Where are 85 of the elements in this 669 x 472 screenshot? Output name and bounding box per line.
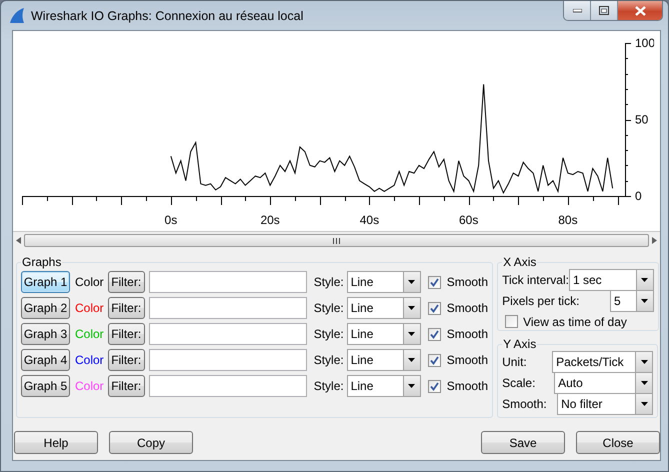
filter-button[interactable]: Filter:	[108, 349, 145, 371]
maximize-button[interactable]	[591, 1, 618, 20]
filter-field[interactable]	[148, 297, 307, 319]
caret-icon	[640, 380, 648, 384]
field-label: Scale:	[502, 376, 536, 390]
tick-label: 50	[635, 112, 648, 126]
style-label: Style:	[314, 353, 344, 367]
caret-icon	[640, 360, 648, 364]
smooth-label: Smooth	[446, 327, 488, 341]
caret-icon	[408, 332, 416, 336]
field-label: Unit:	[502, 354, 527, 368]
caret-icon	[408, 358, 416, 362]
graph-button[interactable]: Graph 5	[21, 375, 70, 397]
group-title: Graphs	[21, 255, 62, 269]
tick-label: 60s	[458, 213, 478, 227]
smooth-label: Smooth	[446, 275, 488, 289]
smooth-checkbox[interactable]	[428, 302, 441, 314]
style-label: Style:	[314, 379, 344, 393]
minimize-icon	[572, 8, 582, 12]
smooth-combo[interactable]: No filter	[557, 392, 654, 414]
tick-label: 40s	[360, 213, 380, 227]
dialog-button[interactable]: Close	[576, 431, 660, 454]
style-combo[interactable]: Line	[346, 297, 421, 319]
graph-button[interactable]: Graph 1	[21, 271, 70, 293]
style-label: Style:	[314, 275, 344, 289]
smooth-label: Smooth	[446, 353, 488, 367]
filter-field[interactable]	[148, 271, 307, 293]
caret-icon	[408, 306, 416, 310]
graph-button[interactable]: Graph 3	[21, 323, 70, 345]
color-label[interactable]: Color	[75, 301, 104, 315]
pixels-per-tick-combo[interactable]: 5	[610, 290, 654, 312]
group-title: X Axis	[502, 255, 538, 269]
window-title: Wireshark IO Graphs: Connexion au réseau local	[31, 8, 304, 22]
tick-label: 0	[635, 189, 642, 203]
caret-icon	[408, 384, 416, 388]
style-combo[interactable]: Line	[346, 375, 421, 397]
filter-button[interactable]: Filter:	[108, 271, 145, 293]
tick-label: 80s	[558, 213, 578, 227]
close-icon	[634, 6, 646, 16]
filter-field[interactable]	[148, 349, 307, 371]
scrollbar-thumb[interactable]	[24, 234, 649, 247]
dialog-button[interactable]: Help	[14, 431, 98, 454]
smooth-checkbox[interactable]	[428, 276, 441, 288]
filter-button[interactable]: Filter:	[108, 323, 145, 345]
field-label: Smooth:	[502, 396, 547, 410]
filter-field[interactable]	[148, 323, 307, 345]
close-window-button[interactable]	[618, 1, 662, 20]
filter-field[interactable]	[148, 375, 307, 397]
field-label: Tick interval:	[502, 272, 569, 286]
smooth-checkbox[interactable]	[428, 328, 441, 340]
tick-label: 0s	[164, 213, 178, 227]
minimize-button[interactable]	[564, 1, 591, 20]
smooth-checkbox[interactable]	[428, 354, 441, 366]
tick-label: 20s	[260, 213, 280, 227]
time-of-day-checkbox[interactable]	[505, 315, 518, 328]
field-label: Pixels per tick:	[502, 294, 580, 308]
caret-icon	[408, 280, 416, 284]
caret-icon	[640, 402, 648, 406]
dialog-button[interactable]: Copy	[109, 431, 193, 454]
caret-icon	[641, 278, 648, 282]
graph-button[interactable]: Graph 2	[21, 297, 70, 319]
left-arrow-icon[interactable]	[16, 237, 21, 244]
fin-icon	[9, 8, 25, 23]
style-combo[interactable]: Line	[346, 349, 421, 371]
smooth-checkbox[interactable]	[428, 380, 441, 392]
style-combo[interactable]: Line	[346, 323, 421, 345]
graph-button[interactable]: Graph 4	[21, 349, 70, 371]
maximize-icon	[599, 6, 609, 15]
filter-button[interactable]: Filter:	[108, 375, 145, 397]
right-arrow-icon[interactable]	[652, 237, 657, 244]
style-label: Style:	[314, 301, 344, 315]
scale-combo[interactable]: Auto	[554, 372, 654, 394]
color-label[interactable]: Color	[75, 275, 104, 289]
time-of-day-label: View as time of day	[523, 314, 627, 328]
style-combo[interactable]: Line	[346, 271, 421, 293]
smooth-label: Smooth	[446, 301, 488, 315]
unit-combo[interactable]: Packets/Tick	[552, 350, 654, 372]
filter-button[interactable]: Filter:	[108, 297, 145, 319]
dialog-button[interactable]: Save	[481, 431, 565, 454]
group-title: Y Axis	[502, 337, 538, 351]
caret-icon	[641, 298, 648, 302]
tick-interval-combo[interactable]: 1 sec	[568, 268, 654, 290]
style-label: Style:	[314, 327, 344, 341]
color-label[interactable]: Color	[75, 353, 104, 367]
smooth-label: Smooth	[446, 379, 488, 393]
